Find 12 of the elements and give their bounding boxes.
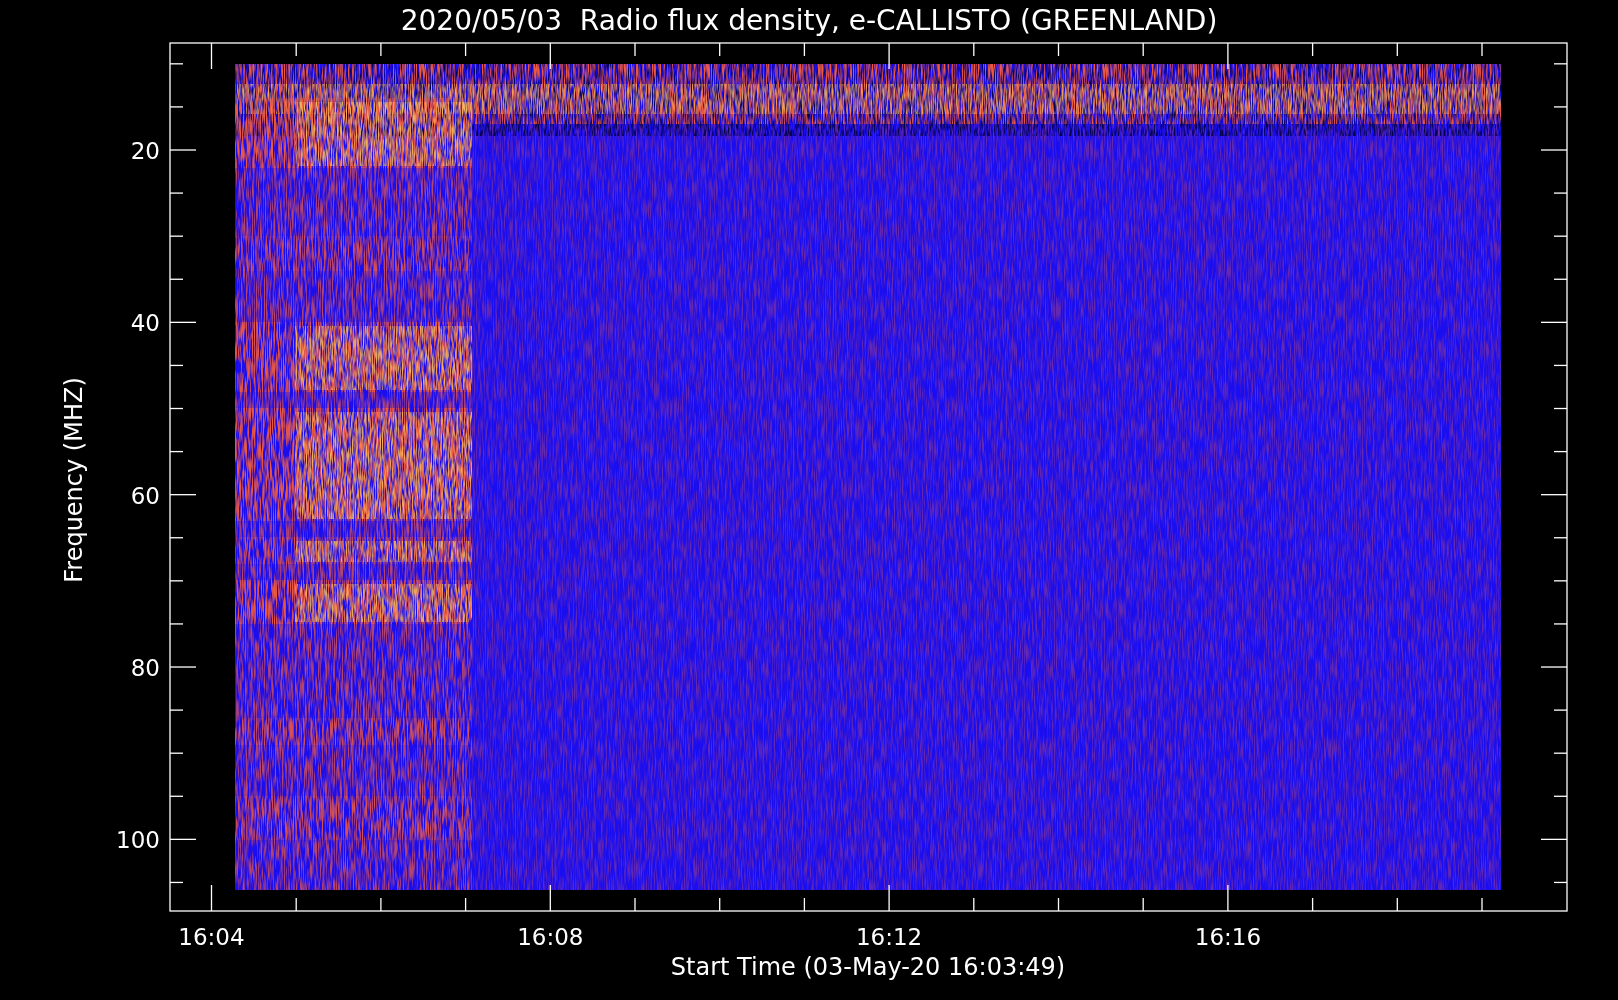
plot-title: 2020/05/03 Radio flux density, e-CALLISTO (GREENLAND) [400, 4, 1218, 37]
y-tick-label: 40 [130, 310, 160, 337]
x-tick-label: 16:16 [1194, 924, 1262, 950]
x-tick-label: 16:04 [178, 924, 245, 950]
x-axis-label: Start Time (03-May-20 16:03:49) [670, 953, 1066, 981]
y-tick-label: 20 [130, 138, 160, 164]
x-tick-label: 16:12 [855, 924, 923, 950]
y-axis-label: Frequency (MHZ) [60, 377, 88, 583]
x-tick-label: 16:08 [517, 924, 584, 950]
y-tick-label: 60 [130, 482, 160, 509]
y-tick-label: 100 [116, 827, 160, 854]
y-tick-label: 80 [130, 655, 160, 681]
